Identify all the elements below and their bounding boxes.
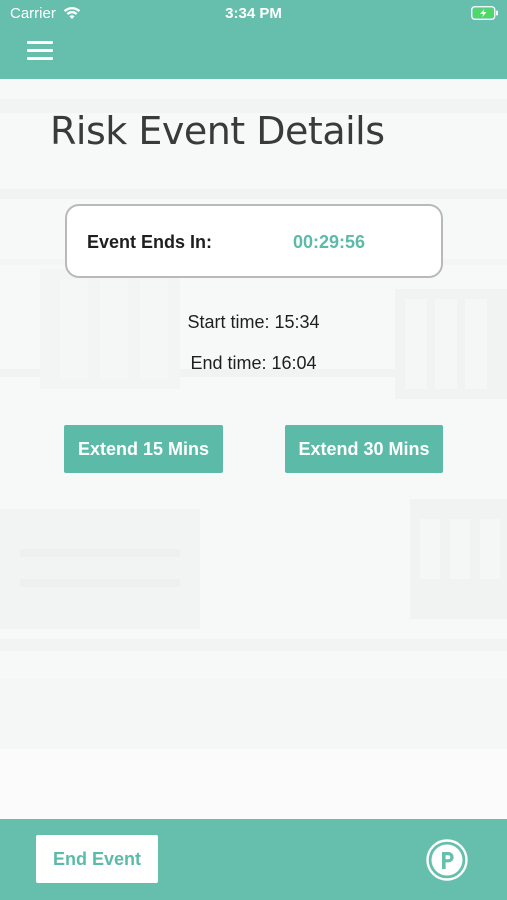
p-logo-icon[interactable] bbox=[426, 839, 468, 881]
header-bar: Carrier 3:34 PM bbox=[0, 0, 507, 79]
end-time-text: End time: 16:04 bbox=[190, 353, 317, 373]
battery-charging-icon bbox=[471, 6, 498, 20]
timer-countdown: 00:29:56 bbox=[293, 232, 366, 252]
extend-30-mins-button[interactable]: Extend 30 Mins bbox=[285, 425, 443, 473]
timer-label: Event Ends In: bbox=[87, 232, 213, 252]
extend-15-mins-button[interactable]: Extend 15 Mins bbox=[64, 425, 223, 473]
risk-event-details-screen: Carrier 3:34 PM Risk Event Details Event… bbox=[0, 0, 507, 900]
hamburger-menu-icon bbox=[27, 41, 53, 44]
footer-bar: End Event bbox=[0, 819, 507, 900]
status-time: 3:34 PM bbox=[225, 5, 282, 22]
hamburger-menu-icon-line bbox=[27, 49, 53, 52]
menu-button[interactable] bbox=[24, 37, 56, 65]
page-title: Risk Event Details bbox=[50, 109, 385, 153]
end-event-button[interactable]: End Event bbox=[36, 835, 158, 883]
start-time-text: Start time: 15:34 bbox=[187, 312, 320, 332]
hamburger-menu-icon-line bbox=[27, 57, 53, 60]
event-timer-card: Event Ends In: 00:29:56 bbox=[65, 204, 443, 278]
